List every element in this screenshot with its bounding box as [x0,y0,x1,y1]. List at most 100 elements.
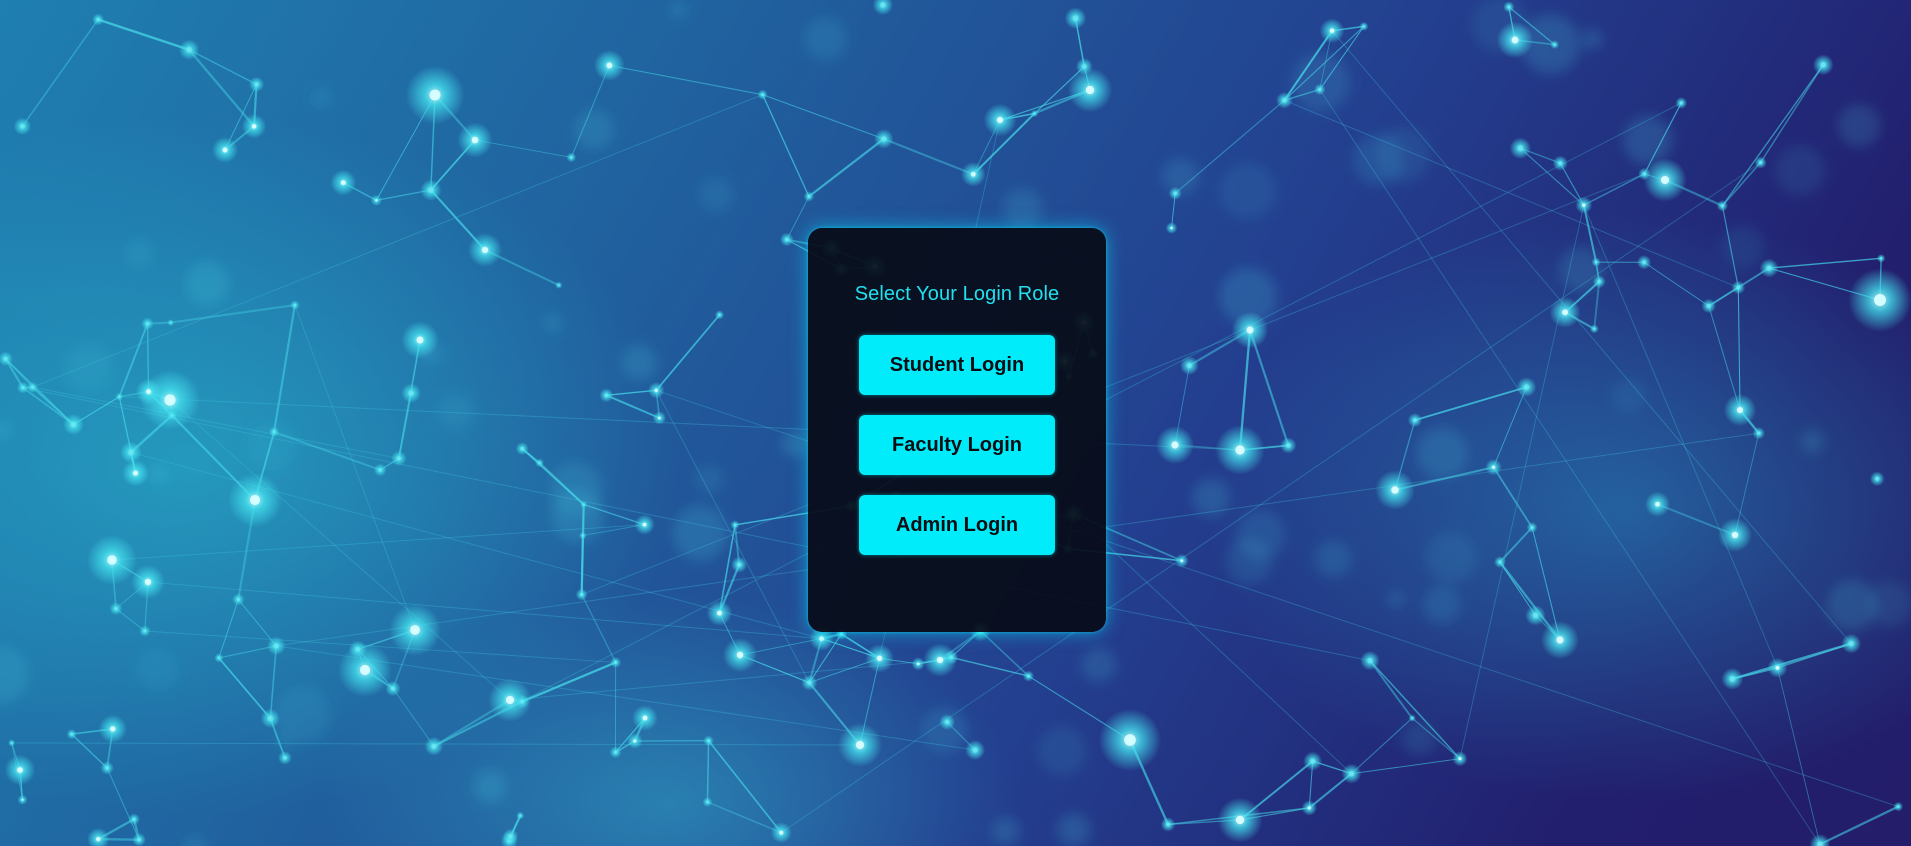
network-node [996,116,1004,124]
network-node [779,830,784,835]
bokeh-light [1387,590,1405,608]
network-node [1594,260,1598,264]
bokeh-light [0,421,11,439]
network-link [883,137,974,176]
bokeh-light [991,817,1021,846]
network-node [642,522,647,527]
network-node [217,656,221,660]
bokeh-light [1425,531,1477,584]
network-node [538,461,541,464]
network-node [236,597,240,602]
network-node [375,199,378,202]
bokeh-light [1582,29,1603,50]
network-node [642,715,648,721]
login-role-page: Select Your Login Role Student Login Fac… [0,0,1911,846]
network-node [1706,303,1711,308]
network-node [1720,204,1724,208]
bokeh-light [182,834,207,846]
network-node [1170,226,1173,230]
network-node [718,313,721,317]
network-node [1081,64,1087,69]
network-node [606,62,613,69]
network-link [786,196,810,240]
network-node [614,660,618,664]
network-node [1492,465,1496,469]
network-node [1736,285,1741,290]
bokeh-light [1220,163,1276,220]
network-link [21,19,99,127]
network-node [132,470,139,476]
bokeh-light [185,261,229,306]
network-node [1530,526,1534,529]
network-link [808,138,885,198]
network-link [609,64,763,96]
bokeh-light [1775,145,1826,196]
network-link [655,314,721,391]
network-node [170,413,174,417]
network-node [416,336,424,344]
network-node [1879,257,1883,260]
network-node [132,817,136,821]
network-node [1246,326,1254,334]
network-node [807,680,812,685]
network-node [1642,172,1647,176]
network-node [145,321,150,326]
network-link [521,661,617,703]
network-link [1369,660,1413,719]
network-node [707,739,711,743]
network-node [1517,145,1524,152]
network-node [876,655,883,661]
network-node [146,389,151,395]
network-link [1459,204,1585,759]
bokeh-light [1375,127,1431,183]
network-node [137,837,141,842]
network-link [1819,805,1899,846]
student-login-button[interactable]: Student Login [859,335,1055,395]
bokeh-light [1002,188,1043,229]
network-node [1033,112,1036,115]
bokeh-light [1622,115,1673,166]
network-link [950,656,1029,677]
network-node [1820,61,1827,68]
network-link [1768,257,1882,269]
network-node [10,741,13,744]
bokeh-light [1800,429,1825,454]
network-node [580,592,584,597]
bokeh-light [1867,580,1911,627]
network-node [105,766,109,770]
network-node [784,237,789,242]
network-link [1319,89,1821,845]
bokeh-light [1422,585,1461,624]
network-node [1235,445,1245,455]
network-node [1307,806,1311,810]
network-node [249,494,261,506]
bokeh-light [1611,378,1646,413]
network-node [164,394,176,406]
bokeh-light [1038,727,1087,776]
network-node [948,655,953,660]
bokeh-light [311,89,331,108]
network-node [355,646,361,652]
network-node [70,732,74,736]
network-link [1583,173,1645,206]
network-link [218,599,239,659]
admin-login-button[interactable]: Admin Login [859,495,1055,555]
network-node [1498,560,1502,564]
network-node [340,180,346,186]
bokeh-light [64,343,114,392]
network-node [936,656,944,664]
faculty-login-button[interactable]: Faculty Login [859,415,1055,475]
network-node [1511,36,1519,44]
network-node [96,17,100,22]
network-node [1523,384,1530,390]
network-node [410,625,420,635]
network-node [1875,476,1880,481]
network-node [855,740,865,750]
network-node [1874,294,1886,306]
network-node [1166,822,1171,827]
bokeh-light [550,489,604,543]
network-link [761,94,810,197]
network-node [273,643,279,649]
network-node [127,449,134,456]
network-link [606,394,660,419]
